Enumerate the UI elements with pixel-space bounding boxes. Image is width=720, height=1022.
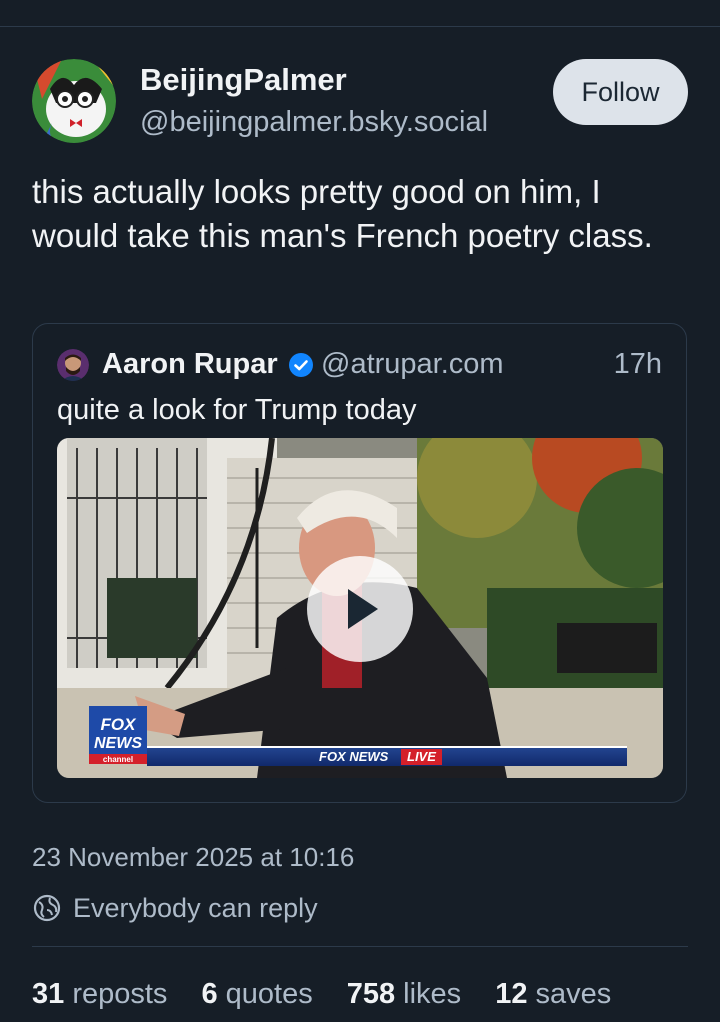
verified-check-icon (289, 353, 313, 377)
author-handle[interactable]: @beijingpalmer.bsky.social (140, 106, 488, 139)
play-icon (348, 589, 378, 629)
saves-label: saves (535, 978, 612, 1010)
quotes-label: quotes (225, 978, 313, 1010)
quote-timestamp[interactable]: 17h (614, 348, 662, 381)
news-lower-third: FOX NEWS LIVE (147, 746, 627, 766)
globe-icon (33, 894, 61, 922)
quote-author-avatar[interactable] (57, 349, 89, 381)
reposts-label: reposts (72, 978, 168, 1010)
play-button[interactable] (307, 556, 413, 662)
likes-stat[interactable]: 758 likes (347, 978, 461, 1011)
live-badge: LIVE (401, 749, 442, 765)
top-divider (0, 26, 720, 27)
stats-divider (32, 946, 688, 947)
quotes-stat[interactable]: 6 quotes (201, 978, 312, 1011)
svg-text:channel: channel (103, 755, 133, 764)
likes-label: likes (403, 978, 462, 1010)
reposts-count: 31 (32, 978, 65, 1010)
quote-author-handle[interactable]: @atrupar.com (321, 348, 504, 381)
saves-stat[interactable]: 12 saves (495, 978, 611, 1011)
quote-post-card[interactable]: Aaron Rupar @atrupar.com 17h quite a loo… (32, 323, 687, 803)
video-player[interactable]: FOX NEWS channel FOX NEWS LIVE (57, 438, 663, 778)
fox-news-logo: FOX NEWS channel (89, 706, 147, 764)
author-avatar[interactable] (32, 59, 116, 143)
quotes-count: 6 (201, 978, 218, 1010)
engagement-stats: 31 reposts 6 quotes 758 likes 12 saves (32, 978, 611, 1011)
saves-count: 12 (495, 978, 528, 1010)
likes-count: 758 (346, 978, 396, 1010)
author-name[interactable]: BeijingPalmer (140, 62, 347, 98)
svg-text:FOX: FOX (101, 715, 138, 734)
quote-author-name[interactable]: Aaron Rupar (102, 348, 278, 381)
svg-text:NEWS: NEWS (94, 735, 142, 752)
follow-button[interactable]: Follow (553, 59, 688, 125)
post-date: 23 November 2025 at 10:16 (32, 842, 355, 872)
reply-setting[interactable]: Everybody can reply (73, 893, 318, 924)
post-text: this actually looks pretty good on him, … (32, 173, 653, 254)
network-text: FOX NEWS (319, 749, 389, 764)
post-thread-view: BeijingPalmer @beijingpalmer.bsky.social… (0, 0, 720, 1022)
quote-text: quite a look for Trump today (57, 394, 417, 426)
reposts-stat[interactable]: 31 reposts (32, 978, 167, 1011)
